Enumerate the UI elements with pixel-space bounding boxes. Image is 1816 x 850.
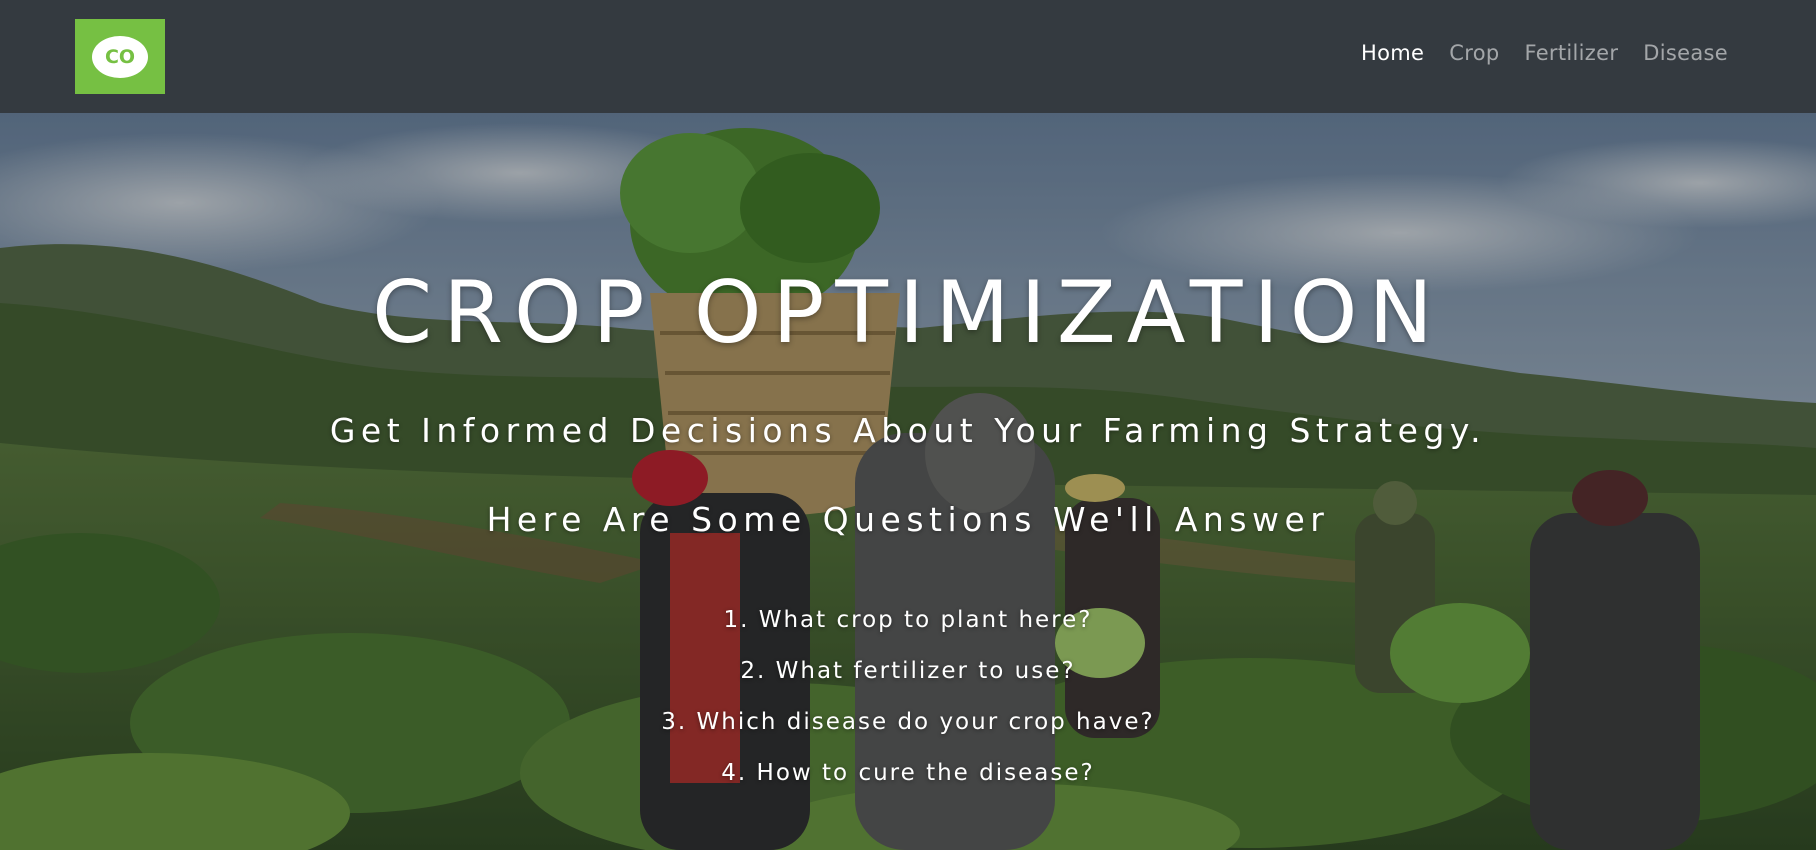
logo[interactable]: CO [75,19,165,94]
nav-fertilizer-link[interactable]: Fertilizer [1524,41,1618,65]
nav-links: Home Crop Fertilizer Disease [1361,41,1728,65]
logo-text: CO [104,45,136,68]
nav-disease-link[interactable]: Disease [1643,41,1728,65]
hero-section: CROP OPTIMIZATION Get Informed Decisions… [0,113,1816,850]
question-item: 4. How to cure the disease? [721,760,1095,786]
questions-list: 1. What crop to plant here? 2. What fert… [0,595,1816,799]
hero-subtitle: Get Informed Decisions About Your Farmin… [329,411,1487,450]
question-item: 2. What fertilizer to use? [740,658,1076,684]
logo-badge: CO [92,35,148,78]
question-item: 3. Which disease do your crop have? [661,709,1155,735]
nav-crop-link[interactable]: Crop [1449,41,1499,65]
navbar: CO Home Crop Fertilizer Disease [0,0,1816,113]
hero-title: CROP OPTIMIZATION [372,263,1444,363]
question-item: 1. What crop to plant here? [723,607,1093,633]
nav-home-link[interactable]: Home [1361,41,1424,65]
questions-heading: Here Are Some Questions We'll Answer [486,500,1330,539]
